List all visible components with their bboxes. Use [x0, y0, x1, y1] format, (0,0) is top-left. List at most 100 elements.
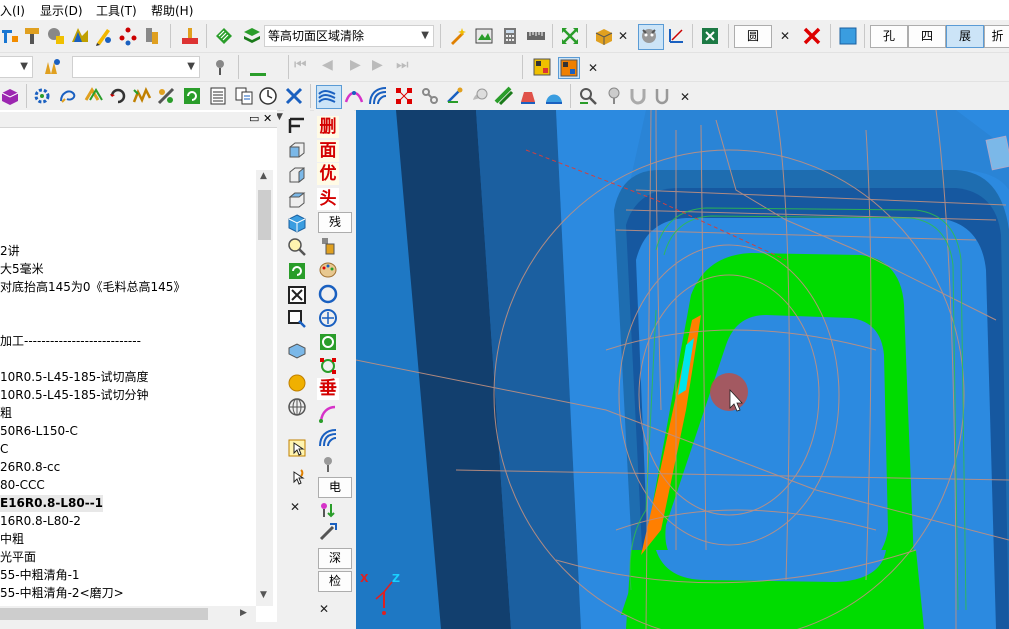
four-button[interactable]: 四 — [908, 25, 946, 48]
tree-item[interactable]: 50R6-L150-C — [0, 423, 78, 440]
chevron-down-icon[interactable]: ▼ — [276, 112, 283, 122]
gear-path-icon[interactable] — [32, 86, 52, 106]
copy-icon[interactable] — [234, 86, 254, 106]
scroll-right-icon[interactable]: ▶ — [240, 608, 247, 618]
scroll-down-icon[interactable]: ▼ — [260, 590, 267, 600]
crosshair-circle-icon[interactable] — [318, 308, 338, 328]
delete-icon[interactable] — [802, 26, 822, 46]
pan-icon[interactable] — [287, 285, 307, 305]
probe-pin-icon[interactable] — [318, 454, 338, 474]
optimize-label[interactable]: 优 — [317, 163, 339, 185]
profile-icon[interactable] — [474, 26, 494, 46]
close-icon[interactable]: ✕ — [290, 500, 300, 514]
tree-item[interactable]: 10R0.5-L45-185-试切高度 — [0, 369, 149, 386]
tool-combo[interactable]: ▼ — [72, 56, 200, 78]
pin-icon[interactable] — [210, 57, 230, 77]
curve-select-icon[interactable] — [344, 86, 364, 106]
fold-button[interactable]: 折 — [984, 25, 1009, 48]
close-icon[interactable]: ✕ — [680, 90, 690, 104]
circle-outline-icon[interactable] — [318, 284, 338, 304]
tool-axis-icon[interactable] — [444, 86, 464, 106]
calculator-icon[interactable] — [500, 26, 520, 46]
probe-icon[interactable] — [604, 86, 624, 106]
holder-icon[interactable] — [142, 26, 162, 46]
menu-insert[interactable]: 入(I) — [0, 2, 25, 19]
wand-icon[interactable] — [448, 26, 468, 46]
zigzag-icon[interactable] — [132, 86, 152, 106]
play-icon[interactable]: ▶ — [350, 57, 370, 77]
menu-tools[interactable]: 工具(T) — [96, 2, 137, 19]
tree-item[interactable]: 对底抬高145为0《毛料总高145》 — [0, 279, 185, 296]
region-clear-combo[interactable]: 等高切面区域清除 ▼ — [264, 25, 434, 47]
wave-lines-icon[interactable] — [316, 85, 342, 109]
tree-horizontal-scrollbar[interactable]: ▶ — [0, 606, 256, 622]
wave-curves-icon[interactable] — [318, 428, 338, 448]
select-cursor-icon[interactable] — [287, 438, 307, 458]
mound-icon[interactable] — [544, 86, 564, 106]
menu-help[interactable]: 帮助(H) — [151, 2, 193, 19]
step-counter-icon[interactable] — [248, 57, 268, 77]
simulate-icon[interactable] — [180, 26, 200, 46]
top-view-icon[interactable] — [287, 116, 307, 136]
corner-icon[interactable] — [156, 86, 176, 106]
electrode-button[interactable]: 电 — [318, 477, 352, 498]
tree-item[interactable]: 26R0.8-cc — [0, 459, 60, 476]
unfold-button[interactable]: 展 — [946, 25, 984, 48]
shaded-sphere-icon[interactable] — [287, 373, 307, 393]
next-frame-icon[interactable]: ▶ — [372, 57, 392, 77]
scroll-up-icon[interactable]: ▲ — [260, 171, 267, 181]
menu-display[interactable]: 显示(D) — [40, 2, 83, 19]
tree-item[interactable]: 加工--------------------------- — [0, 333, 141, 350]
tool-path-icon[interactable] — [0, 26, 20, 46]
scroll-thumb[interactable] — [258, 190, 271, 240]
tool-probe-icon[interactable] — [318, 236, 338, 256]
first-frame-icon[interactable]: ⏮ — [294, 57, 314, 77]
slope-icon[interactable] — [494, 86, 514, 106]
depth-button[interactable]: 深 — [318, 548, 352, 569]
arrows-icon[interactable] — [560, 26, 580, 46]
last-frame-icon[interactable]: ⏭ — [396, 57, 416, 77]
contour-icon[interactable] — [84, 86, 104, 106]
tool-swap-icon[interactable] — [318, 500, 338, 520]
ruler-icon[interactable] — [526, 26, 546, 46]
view-combo[interactable]: ▼ — [0, 56, 33, 78]
cube-left-icon[interactable] — [287, 165, 307, 185]
vertical-label[interactable]: 垂 — [317, 378, 339, 400]
hatch-icon[interactable] — [214, 26, 234, 46]
tree-vertical-scrollbar[interactable]: ▲ ▼ — [256, 170, 273, 606]
tree-item[interactable]: 大5毫米 — [0, 261, 44, 278]
close-icon[interactable]: ✕ — [780, 29, 790, 43]
square-icon[interactable] — [838, 26, 858, 46]
paint-palette-icon[interactable] — [318, 260, 338, 280]
sphere-icon[interactable] — [470, 86, 490, 106]
circle-refresh-icon[interactable] — [318, 332, 338, 352]
delete-label[interactable]: 删 — [317, 116, 339, 138]
circle-nodes-icon[interactable] — [318, 356, 338, 376]
cube-stack-icon[interactable] — [0, 86, 20, 106]
head-label[interactable]: 头 — [317, 188, 339, 210]
tree-item[interactable]: 80-CCC — [0, 477, 45, 494]
scroll-thumb[interactable] — [0, 608, 208, 620]
tree-item[interactable]: 2讲 — [0, 243, 20, 260]
zoom-window-icon[interactable] — [287, 309, 307, 329]
tree-item[interactable]: 55-中粗清角-1 — [0, 567, 80, 584]
restore-icon[interactable]: ▭ — [249, 112, 259, 125]
stock-box-icon[interactable] — [594, 26, 614, 46]
palette-icon[interactable] — [532, 57, 552, 77]
close-icon[interactable]: ✕ — [319, 602, 329, 616]
close-icon[interactable]: ✕ — [618, 29, 628, 43]
tools-icon[interactable] — [284, 86, 304, 106]
tree-item[interactable]: 10R0.5-L45-185-试切分钟 — [0, 387, 149, 404]
residual-button[interactable]: 残 — [318, 212, 352, 233]
refresh-icon[interactable] — [182, 86, 202, 106]
excel-icon[interactable] — [700, 26, 720, 46]
cycle-icon[interactable] — [108, 86, 128, 106]
points-icon[interactable] — [118, 26, 138, 46]
tree-item[interactable]: 粗 — [0, 405, 12, 422]
magnet-icon[interactable] — [628, 86, 648, 106]
circle-button[interactable]: 圆 — [734, 25, 772, 48]
cube-front-icon[interactable] — [287, 140, 307, 160]
surface-label[interactable]: 面 — [317, 140, 339, 162]
palette-active-icon[interactable] — [558, 57, 580, 79]
hole-button[interactable]: 孔 — [870, 25, 908, 48]
